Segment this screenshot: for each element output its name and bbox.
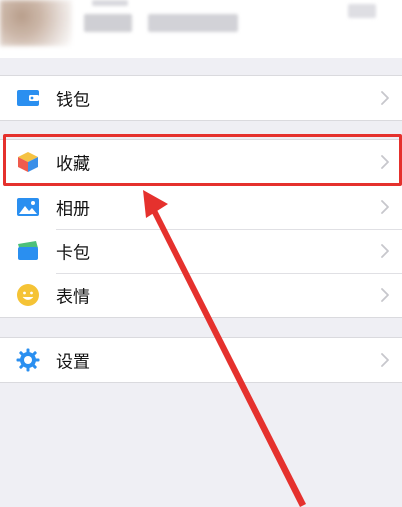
avatar[interactable] xyxy=(0,0,72,46)
chevron-right-icon xyxy=(381,91,389,105)
chevron-right-icon xyxy=(381,155,389,169)
menu-group-settings: 设置 xyxy=(0,337,402,383)
menu-item-label: 卡包 xyxy=(56,243,90,264)
blurred-id xyxy=(148,14,238,32)
card-icon xyxy=(18,241,38,260)
photo-icon xyxy=(17,198,39,216)
menu-item-label: 表情 xyxy=(56,287,90,308)
menu-item-wallet[interactable]: 钱包 xyxy=(0,76,402,120)
menu-item-settings[interactable]: 设置 xyxy=(0,338,402,382)
menu-group-wallet: 钱包 xyxy=(0,75,402,121)
blurred-qr xyxy=(348,4,376,18)
blurred-name xyxy=(84,14,132,32)
menu-item-label: 设置 xyxy=(56,352,90,373)
cube-icon xyxy=(18,152,38,172)
smiley-icon xyxy=(17,284,39,306)
menu-item-label: 相册 xyxy=(56,199,90,220)
menu-item-album[interactable]: 相册 xyxy=(0,185,402,229)
gear-icon xyxy=(16,348,40,372)
chevron-right-icon xyxy=(381,200,389,214)
chevron-right-icon xyxy=(381,353,389,367)
menu-item-label: 收藏 xyxy=(56,154,90,175)
menu-item-label: 钱包 xyxy=(56,90,90,111)
blurred-text xyxy=(92,0,128,6)
menu-item-stickers[interactable]: 表情 xyxy=(0,273,402,317)
menu-item-cards[interactable]: 卡包 xyxy=(0,229,402,273)
wallet-icon xyxy=(17,90,39,106)
chevron-right-icon xyxy=(381,288,389,302)
menu-item-favorites[interactable]: 收藏 xyxy=(0,140,402,184)
profile-header[interactable] xyxy=(0,0,402,58)
chevron-right-icon xyxy=(381,244,389,258)
menu-group-main: 收藏 相册 卡包 表情 xyxy=(0,139,402,318)
